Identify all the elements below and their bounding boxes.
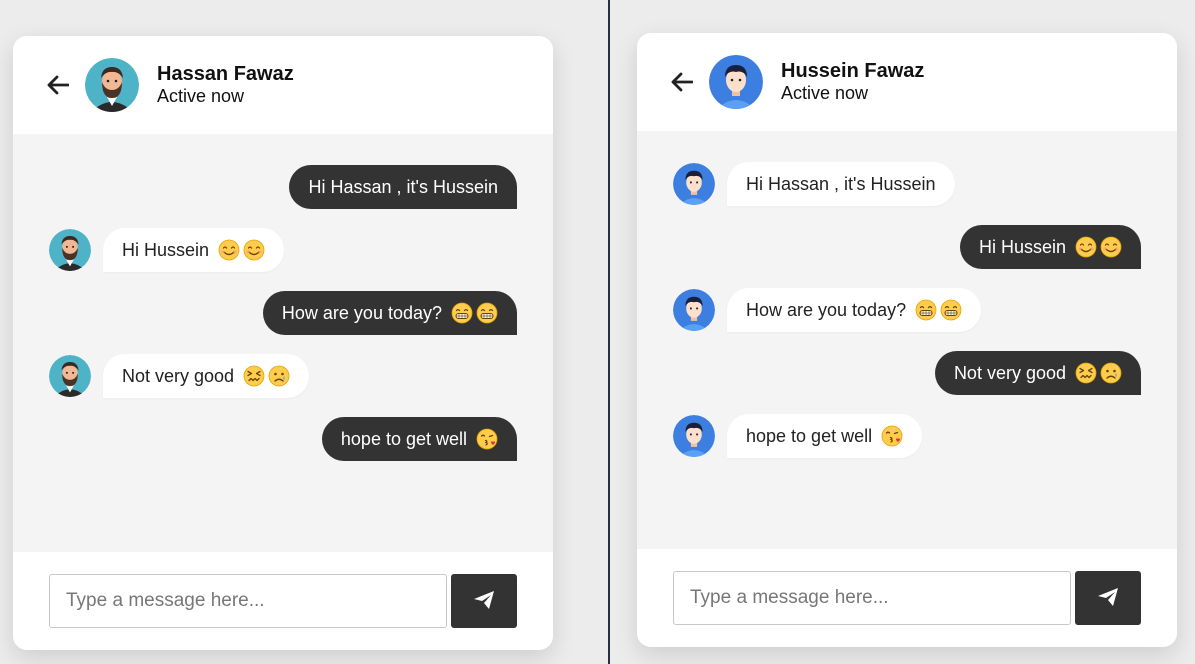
chat-window-hassan: Hassan Fawaz Active now Hi Hassan , it's… [13,36,553,650]
app-stage: Hassan Fawaz Active now Hi Hassan , it's… [0,0,1195,664]
message-text: Hi Hussein [978,237,1066,257]
contact-status: Active now [781,83,869,104]
hussein-avatar [673,289,715,331]
smiling-face-icon [243,239,265,261]
contact-status: Active now [157,86,245,107]
outgoing-message-bubble: Hi Hussein [959,225,1141,269]
emoji-group [451,302,498,324]
outgoing-message-row: Hi Hassan , it's Hussein [49,164,517,210]
outgoing-message-row: Not very good [673,350,1141,396]
window-divider [608,0,610,664]
incoming-message-bubble: hope to get well [727,414,923,458]
outgoing-message-bubble: hope to get well [321,417,517,461]
message-composer [13,552,553,650]
emoji-group [218,239,265,261]
send-icon [1097,587,1119,610]
send-icon [473,590,495,613]
back-arrow-icon[interactable] [45,72,71,98]
outgoing-message-row: hope to get well [49,416,517,462]
send-button[interactable] [1075,571,1141,625]
incoming-message-bubble: Hi Hassan , it's Hussein [727,162,955,206]
hussein-avatar [673,415,715,457]
incoming-message-bubble: Hi Hussein [103,228,285,272]
incoming-message-bubble: Not very good [103,354,310,398]
incoming-message-row: Not very good [49,353,517,399]
hassan-avatar [49,355,91,397]
send-button[interactable] [451,574,517,628]
confounded-face-icon [1075,362,1097,384]
emoji-group [1075,362,1122,384]
sad-face-icon [268,365,290,387]
message-text: How are you today? [281,303,442,323]
emoji-group [1075,236,1122,258]
smiling-face-icon [1100,236,1122,258]
outgoing-message-bubble: Not very good [934,351,1141,395]
incoming-message-bubble: How are you today? [727,288,982,332]
hassan-avatar [85,58,139,112]
grinning-face-icon [915,299,937,321]
message-text: Not very good [122,366,235,386]
message-text: hope to get well [340,429,467,449]
outgoing-message-bubble: Hi Hassan , it's Hussein [289,165,517,209]
incoming-message-row: Hi Hassan , it's Hussein [673,161,1141,207]
back-arrow-icon[interactable] [669,69,695,95]
chat-header: Hassan Fawaz Active now [13,36,553,134]
emoji-group [881,425,903,447]
hussein-avatar [673,163,715,205]
contact-name: Hassan Fawaz [157,63,294,86]
grinning-face-icon [451,302,473,324]
emoji-group [243,365,290,387]
smiling-face-icon [1075,236,1097,258]
hussein-avatar [709,55,763,109]
outgoing-message-row: Hi Hussein [673,224,1141,270]
message-list: Hi Hassan , it's Hussein Hi Hussein How ar… [637,131,1177,549]
outgoing-message-bubble: How are you today? [262,291,517,335]
grinning-face-icon [940,299,962,321]
kissing-face-icon [476,428,498,450]
emoji-group [915,299,962,321]
outgoing-message-row: How are you today? [49,290,517,336]
sad-face-icon [1100,362,1122,384]
message-text: Hi Hassan , it's Hussein [746,174,936,194]
message-text: How are you today? [746,300,907,320]
incoming-message-row: Hi Hussein [49,227,517,273]
message-input[interactable] [49,574,447,628]
message-input[interactable] [673,571,1071,625]
incoming-message-row: hope to get well [673,413,1141,459]
message-text: Not very good [953,363,1066,383]
hassan-avatar [49,229,91,271]
confounded-face-icon [243,365,265,387]
kissing-face-icon [881,425,903,447]
message-text: hope to get well [746,426,873,446]
grinning-face-icon [476,302,498,324]
emoji-group [476,428,498,450]
header-text: Hussein Fawaz Active now [781,60,924,104]
contact-name: Hussein Fawaz [781,60,925,83]
chat-header: Hussein Fawaz Active now [637,33,1177,131]
message-composer [637,549,1177,647]
message-list: Hi Hassan , it's Hussein Hi Hussein How ar… [13,134,553,552]
incoming-message-row: How are you today? [673,287,1141,333]
header-text: Hassan Fawaz Active now [157,63,294,107]
message-text: Hi Hassan , it's Hussein [308,177,498,197]
smiling-face-icon [218,239,240,261]
chat-window-hussein: Hussein Fawaz Active now Hi Hassan , it'… [637,33,1177,647]
message-text: Hi Hussein [122,240,210,260]
